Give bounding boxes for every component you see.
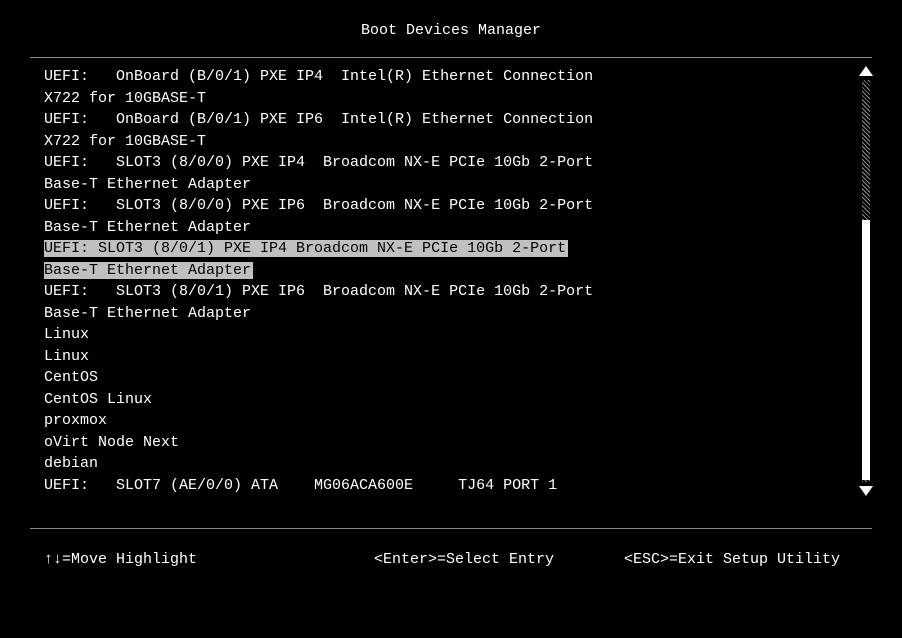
boot-entry[interactable]: UEFI: SLOT3 (8/0/0) PXE IP4 Broadcom NX-…: [44, 152, 604, 195]
hint-exit: <ESC>=Exit Setup Utility: [624, 551, 858, 568]
boot-entry[interactable]: UEFI: SLOT3 (8/0/0) PXE IP6 Broadcom NX-…: [44, 195, 604, 238]
boot-entry[interactable]: UEFI: OnBoard (B/0/1) PXE IP4 Intel(R) E…: [44, 66, 604, 109]
boot-entry[interactable]: Linux: [44, 346, 604, 368]
boot-entry[interactable]: oVirt Node Next: [44, 432, 604, 454]
scroll-up-icon[interactable]: [859, 66, 873, 76]
page-title: Boot Devices Manager: [0, 0, 902, 47]
boot-entry[interactable]: CentOS Linux: [44, 389, 604, 411]
boot-entry[interactable]: UEFI: SLOT3 (8/0/1) PXE IP6 Broadcom NX-…: [44, 281, 604, 324]
boot-entry[interactable]: UEFI: SLOT7 (AE/0/0) ATA MG06ACA600E TJ6…: [44, 475, 604, 497]
hint-select: <Enter>=Select Entry: [374, 551, 624, 568]
boot-entry[interactable]: debian: [44, 453, 604, 475]
boot-entry[interactable]: Linux: [44, 324, 604, 346]
boot-entry-selected[interactable]: UEFI: SLOT3 (8/0/1) PXE IP4 Broadcom NX-…: [44, 238, 830, 281]
scrollbar[interactable]: [860, 66, 872, 496]
hint-move: ↑↓=Move Highlight: [44, 551, 374, 568]
boot-device-list: UEFI: OnBoard (B/0/1) PXE IP4 Intel(R) E…: [44, 66, 840, 496]
boot-entry[interactable]: UEFI: OnBoard (B/0/1) PXE IP6 Intel(R) E…: [44, 109, 604, 152]
footer-hints: ↑↓=Move Highlight <Enter>=Select Entry <…: [0, 529, 902, 568]
scroll-thumb[interactable]: [862, 220, 870, 480]
boot-entry[interactable]: CentOS: [44, 367, 604, 389]
boot-entry[interactable]: proxmox: [44, 410, 604, 432]
scroll-track[interactable]: [862, 80, 870, 482]
scroll-down-icon[interactable]: [859, 486, 873, 496]
